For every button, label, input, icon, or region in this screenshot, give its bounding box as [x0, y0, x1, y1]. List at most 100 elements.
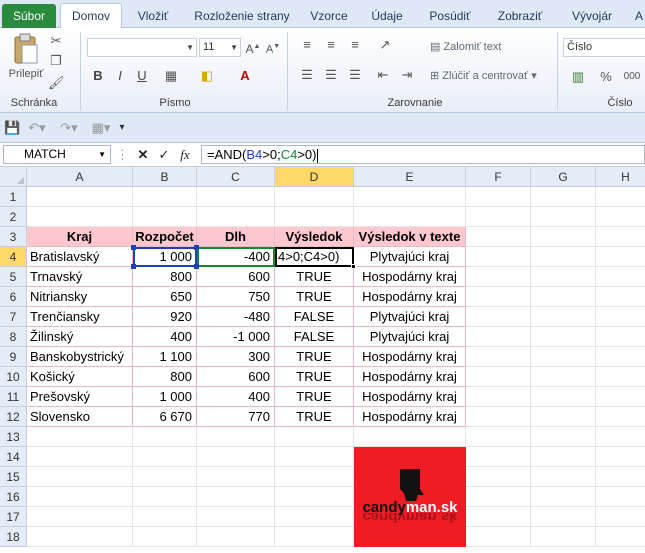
cell[interactable] [133, 447, 197, 467]
cell[interactable] [531, 247, 596, 267]
cell[interactable] [27, 487, 133, 507]
cell[interactable] [531, 347, 596, 367]
orientation-icon[interactable]: ↗ [374, 36, 396, 54]
cell[interactable] [531, 327, 596, 347]
cell[interactable] [596, 527, 645, 547]
cell[interactable] [275, 507, 354, 527]
cell[interactable] [27, 467, 133, 487]
range-handle[interactable] [131, 245, 136, 250]
cell[interactable] [133, 467, 197, 487]
row-header-5[interactable]: 5 [0, 267, 27, 287]
column-header-d[interactable]: D [275, 167, 354, 187]
table-cell[interactable]: TRUE [275, 347, 354, 367]
table-cell[interactable]: TRUE [275, 367, 354, 387]
cell[interactable] [275, 527, 354, 547]
cell[interactable] [596, 447, 645, 467]
table-cell[interactable]: 770 [197, 407, 275, 427]
cell[interactable] [531, 527, 596, 547]
cell[interactable] [596, 247, 645, 267]
row-header-7[interactable]: 7 [0, 307, 27, 327]
tab-view[interactable]: Zobraziť [490, 5, 550, 28]
cell[interactable] [466, 207, 531, 227]
tab-more[interactable]: A [632, 5, 645, 28]
align-left-icon[interactable]: ☰ [298, 66, 316, 84]
font-color-icon[interactable]: A [236, 67, 254, 85]
table-cell[interactable]: 600 [197, 367, 275, 387]
cell[interactable] [596, 347, 645, 367]
column-header-a[interactable]: A [27, 167, 133, 187]
table-cell[interactable]: FALSE [275, 307, 354, 327]
insert-function-icon[interactable]: fx [176, 146, 194, 164]
cell[interactable] [275, 427, 354, 447]
cell[interactable] [596, 327, 645, 347]
cell[interactable] [27, 187, 133, 207]
cell[interactable] [27, 427, 133, 447]
cell[interactable] [466, 287, 531, 307]
cell[interactable] [197, 527, 275, 547]
cell[interactable] [596, 227, 645, 247]
table-header-cell[interactable]: Výsledok v texte [354, 227, 466, 247]
cell[interactable] [466, 487, 531, 507]
cell[interactable] [197, 447, 275, 467]
table-cell[interactable]: Slovensko [27, 407, 133, 427]
customize-qat-icon[interactable]: ▾ [116, 119, 128, 137]
align-top-icon[interactable]: ≡ [298, 36, 316, 54]
wrap-text-button[interactable]: ▤ Zalomiť text [430, 39, 501, 55]
row-header-10[interactable]: 10 [0, 367, 27, 387]
align-right-icon[interactable]: ☰ [346, 66, 364, 84]
row-header-8[interactable]: 8 [0, 327, 27, 347]
cell[interactable] [596, 427, 645, 447]
table-cell[interactable]: -480 [197, 307, 275, 327]
table-cell[interactable]: 600 [197, 267, 275, 287]
table-cell[interactable]: 400 [133, 327, 197, 347]
cell[interactable] [354, 207, 466, 227]
cell[interactable] [531, 507, 596, 527]
cell[interactable] [531, 227, 596, 247]
underline-button[interactable]: U [134, 67, 150, 85]
currency-icon[interactable]: ▥ [568, 68, 588, 86]
row-header-16[interactable]: 16 [0, 487, 27, 507]
borders-icon[interactable]: ▦ [162, 67, 180, 85]
copy-icon[interactable]: ❐ [48, 52, 64, 70]
cell[interactable] [596, 467, 645, 487]
cut-icon[interactable]: ✂ [48, 32, 64, 50]
cell[interactable] [27, 207, 133, 227]
row-header-2[interactable]: 2 [0, 207, 27, 227]
paste-label[interactable]: Prilepiť [4, 68, 48, 80]
cell[interactable] [27, 527, 133, 547]
italic-button[interactable]: I [112, 67, 128, 85]
cell[interactable] [197, 187, 275, 207]
cell[interactable] [354, 187, 466, 207]
cell[interactable] [531, 387, 596, 407]
tab-developer[interactable]: Vývojár [566, 5, 618, 28]
table-cell[interactable]: 800 [133, 367, 197, 387]
table-cell[interactable]: 1 000 [133, 387, 197, 407]
table-cell[interactable]: Plytvajúci kraj [354, 327, 466, 347]
tab-insert[interactable]: Vložiť [128, 5, 178, 28]
tab-page-layout[interactable]: Rozloženie strany [186, 5, 298, 28]
cell[interactable] [466, 227, 531, 247]
cell[interactable] [466, 347, 531, 367]
table-cell[interactable]: Hospodárny kraj [354, 407, 466, 427]
range-handle[interactable] [194, 264, 199, 269]
cell[interactable] [466, 247, 531, 267]
row-header-12[interactable]: 12 [0, 407, 27, 427]
save-icon[interactable]: 💾 [4, 119, 20, 137]
cell[interactable] [596, 367, 645, 387]
column-header-b[interactable]: B [133, 167, 197, 187]
table-cell[interactable]: 800 [133, 267, 197, 287]
column-header-f[interactable]: F [466, 167, 531, 187]
cell[interactable] [466, 407, 531, 427]
row-header-9[interactable]: 9 [0, 347, 27, 367]
cell[interactable] [596, 307, 645, 327]
cell[interactable] [531, 187, 596, 207]
cell[interactable] [466, 307, 531, 327]
table-cell[interactable]: TRUE [275, 407, 354, 427]
cell[interactable] [531, 307, 596, 327]
formula-input[interactable]: =AND(B4>0;C4>0) [201, 145, 645, 164]
cell[interactable] [133, 527, 197, 547]
table-cell[interactable]: -1 000 [197, 327, 275, 347]
table-cell[interactable]: Bratislavský [27, 247, 133, 267]
select-all-corner[interactable] [0, 167, 27, 187]
cancel-icon[interactable]: ✕ [135, 146, 151, 164]
